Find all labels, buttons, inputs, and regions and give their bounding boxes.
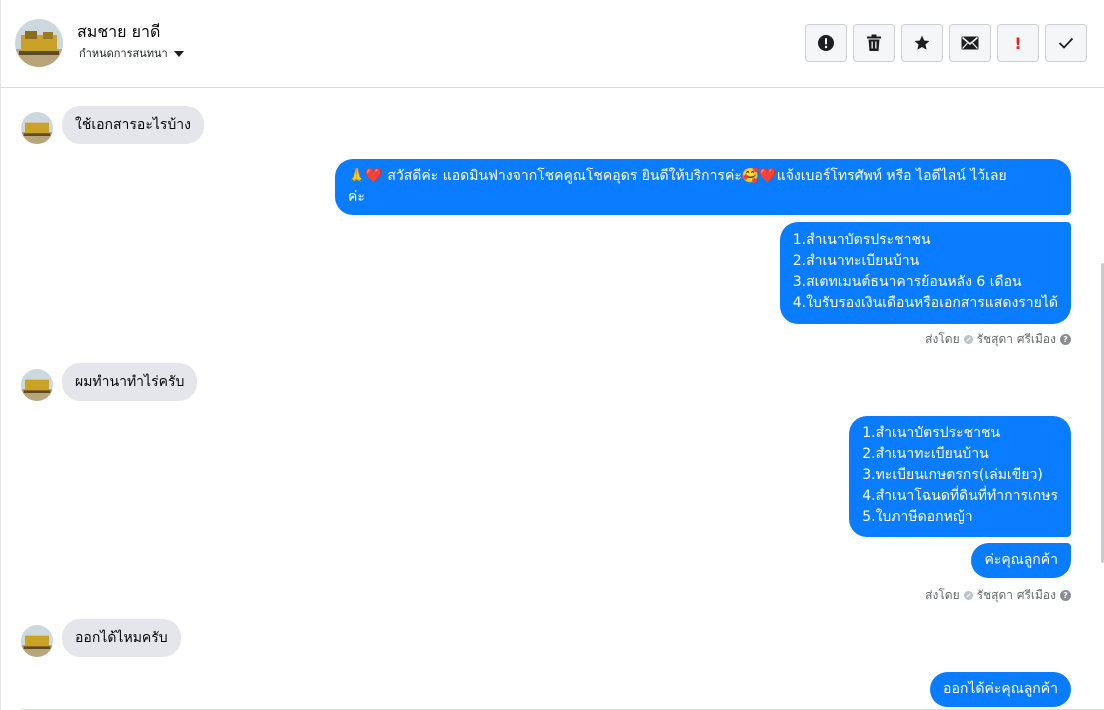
message-line: 1.สำเนาบัตรประชาชน bbox=[862, 425, 1001, 441]
check-icon bbox=[1058, 37, 1074, 49]
sent-by-prefix: ส่งโดย bbox=[925, 332, 960, 346]
help-icon[interactable]: ? bbox=[1060, 590, 1071, 601]
thread-scrollbar[interactable] bbox=[1100, 88, 1104, 710]
message-line: 3.สเตทเมนต์ธนาคารย้อนหลัง 6 เดือน bbox=[792, 274, 1022, 290]
contact-name: สมชาย ยาดี bbox=[77, 22, 161, 41]
trash-icon bbox=[867, 34, 881, 51]
contact-avatar[interactable] bbox=[15, 19, 63, 67]
star-button[interactable] bbox=[901, 24, 943, 62]
delete-button[interactable] bbox=[853, 24, 895, 62]
conversation-header: สมชาย ยาดี กำหนดการสนทนา ! bbox=[0, 0, 1104, 88]
caret-down-icon bbox=[173, 50, 184, 57]
message-line: ค่ะ bbox=[348, 189, 365, 205]
message-line: 2.สำเนาทะเบียนบ้าน bbox=[792, 253, 920, 269]
page-icon bbox=[963, 591, 973, 600]
message-line: 3.ทะเบียนเกษตรกร(เล่มเขียว) bbox=[862, 467, 1043, 483]
message-line: 2.สำเนาทะเบียนบ้าน bbox=[862, 446, 989, 462]
sent-by-prefix: ส่งโดย bbox=[925, 588, 960, 602]
message-line: 🙏❤️ สวัสดีค่ะ แอดมินฟางจากโชคคูณโชคอุดร … bbox=[348, 168, 1007, 184]
mark-unread-button[interactable] bbox=[949, 24, 991, 62]
star-icon bbox=[914, 35, 930, 50]
message-line: 4.ใบรับรองเงินเดือนหรือเอกสารแสดงรายได้ bbox=[792, 295, 1058, 311]
help-icon[interactable]: ? bbox=[1060, 334, 1071, 345]
contact-avatar-small[interactable] bbox=[21, 625, 53, 657]
sent-by-label: ส่งโดย รัชสุดา ศรีเมือง ? bbox=[925, 586, 1071, 605]
assign-conversation-dropdown[interactable]: กำหนดการสนทนา bbox=[79, 44, 184, 62]
assign-label: กำหนดการสนทนา bbox=[79, 47, 168, 60]
alert-button[interactable] bbox=[805, 24, 847, 62]
sent-by-label: ส่งโดย รัชสุดา ศรีเมือง ? bbox=[925, 330, 1071, 349]
contact-avatar-small[interactable] bbox=[21, 112, 53, 144]
sent-by-agent: รัชสุดา ศรีเมือง bbox=[976, 588, 1056, 602]
message-line: 5.ใบภาษีดอกหญ้า bbox=[862, 509, 973, 525]
outgoing-message: 1.สำเนาบัตรประชาชน 2.สำเนาทะเบียนบ้าน 3.… bbox=[849, 416, 1071, 537]
alert-circle-icon bbox=[818, 35, 834, 51]
page-icon bbox=[963, 335, 973, 344]
incoming-message: ผมทำนาทำไร่ครับ bbox=[62, 363, 198, 401]
outgoing-message: ออกได้ค่ะคุณลูกค้า bbox=[930, 672, 1071, 707]
important-button[interactable]: ! bbox=[997, 24, 1039, 62]
incoming-message: ใช้เอกสารอะไรบ้าง bbox=[62, 106, 205, 144]
conversation-toolbar: ! bbox=[805, 24, 1087, 62]
message-line: 4.สำเนาโฉนดที่ดินที่ทำการเกษร bbox=[862, 488, 1058, 504]
incoming-message: ออกได้ไหมครับ bbox=[62, 619, 181, 657]
message-thread[interactable]: ใช้เอกสารอะไรบ้าง 🙏❤️ สวัสดีค่ะ แอดมินฟา… bbox=[0, 88, 1104, 710]
envelope-icon bbox=[961, 36, 979, 50]
outgoing-message: 1.สำเนาบัตรประชาชน 2.สำเนาทะเบียนบ้าน 3.… bbox=[779, 222, 1071, 324]
contact-avatar-small[interactable] bbox=[21, 369, 53, 401]
outgoing-message: 🙏❤️ สวัสดีค่ะ แอดมินฟางจากโชคคูณโชคอุดร … bbox=[335, 159, 1071, 215]
exclamation-icon: ! bbox=[1014, 33, 1022, 53]
message-line: 1.สำเนาบัตรประชาชน bbox=[792, 232, 931, 248]
outgoing-message: ค่ะคุณลูกค้า bbox=[971, 543, 1071, 578]
sent-by-agent: รัชสุดา ศรีเมือง bbox=[976, 332, 1056, 346]
done-button[interactable] bbox=[1045, 24, 1087, 62]
